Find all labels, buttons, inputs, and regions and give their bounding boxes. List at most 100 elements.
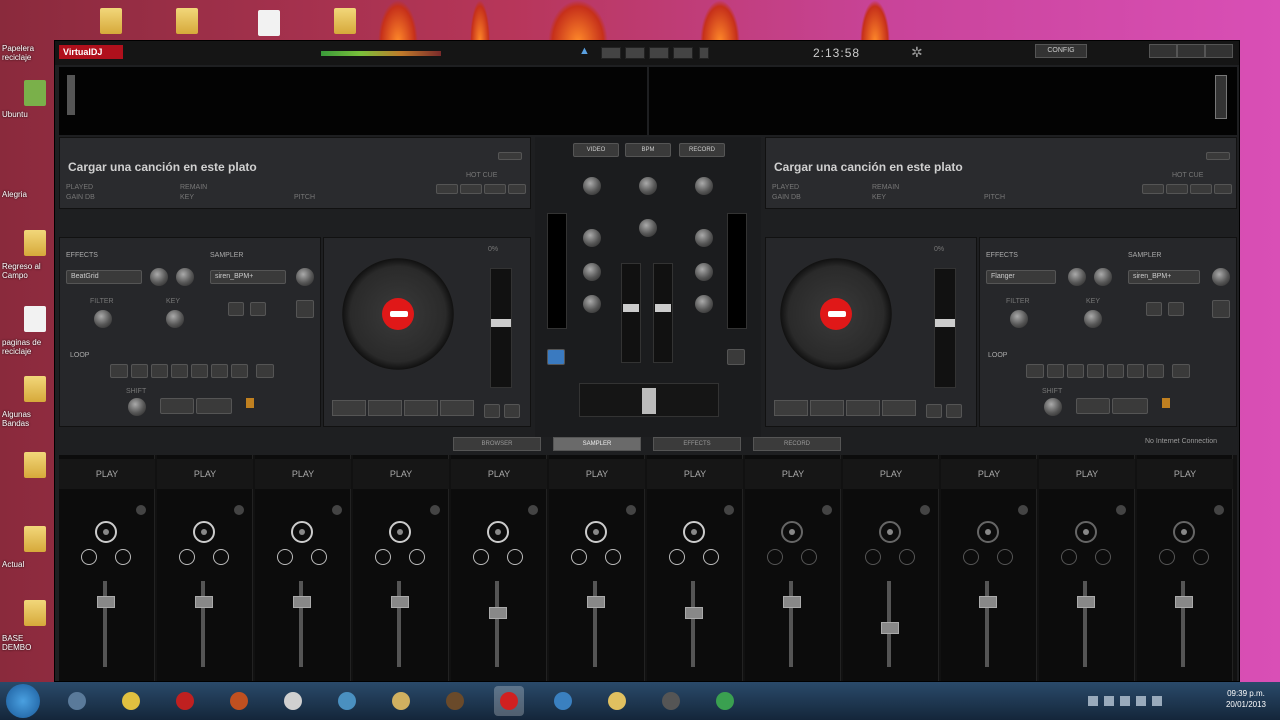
high-knob-left[interactable] bbox=[583, 229, 601, 247]
desktop-folder-icon[interactable] bbox=[334, 8, 356, 34]
sample-volume-cap[interactable] bbox=[293, 595, 311, 608]
pitch-slider-cap[interactable] bbox=[491, 319, 511, 327]
sample-volume-slider[interactable] bbox=[1181, 581, 1185, 667]
desktop-folder-icon[interactable] bbox=[24, 526, 46, 552]
loop-out-button[interactable] bbox=[196, 398, 232, 414]
loop-button[interactable] bbox=[1147, 364, 1164, 378]
network-icon[interactable] bbox=[1136, 696, 1146, 706]
effect-param1-knob[interactable] bbox=[1068, 268, 1086, 286]
sample-trigger-icon[interactable] bbox=[193, 521, 215, 543]
layout-button[interactable] bbox=[625, 47, 645, 59]
sample-prev-icon[interactable] bbox=[81, 549, 97, 565]
taskbar-media-icon[interactable] bbox=[224, 686, 254, 716]
sample-volume-slider[interactable] bbox=[691, 581, 695, 667]
sample-volume-slider[interactable] bbox=[495, 581, 499, 667]
video-button[interactable]: VIDEO bbox=[573, 143, 619, 157]
master-knob[interactable] bbox=[639, 177, 657, 195]
low-knob-right[interactable] bbox=[695, 295, 713, 313]
sample-play-button[interactable]: PLAY bbox=[745, 459, 841, 489]
sample-volume-cap[interactable] bbox=[1077, 595, 1095, 608]
desktop-file-icon[interactable] bbox=[24, 306, 46, 332]
sample-next-icon[interactable] bbox=[801, 549, 817, 565]
zoom-slider[interactable] bbox=[67, 75, 75, 115]
loop-button[interactable] bbox=[151, 364, 168, 378]
sample-play-button[interactable]: PLAY bbox=[1137, 459, 1233, 489]
pitch-down-button[interactable] bbox=[926, 404, 942, 418]
sampler-select[interactable]: siren_BPM+ bbox=[1128, 270, 1200, 284]
gain-knob-right[interactable] bbox=[695, 177, 713, 195]
sample-prev-icon[interactable] bbox=[473, 549, 489, 565]
lock-icon[interactable] bbox=[246, 398, 254, 408]
loop-out-button[interactable] bbox=[1112, 398, 1148, 414]
sample-option-dot[interactable] bbox=[528, 505, 538, 515]
layout-button[interactable] bbox=[673, 47, 693, 59]
cue-button[interactable] bbox=[774, 400, 808, 416]
sample-prev-icon[interactable] bbox=[277, 549, 293, 565]
sample-volume-slider[interactable] bbox=[985, 581, 989, 667]
sample-volume-slider[interactable] bbox=[397, 581, 401, 667]
bpm-button[interactable]: BPM bbox=[625, 143, 671, 157]
sample-trigger-icon[interactable] bbox=[389, 521, 411, 543]
key-knob[interactable] bbox=[1084, 310, 1102, 328]
sample-play-button[interactable]: PLAY bbox=[255, 459, 351, 489]
hot-cue-2-button[interactable] bbox=[460, 184, 482, 194]
sampler-volume-knob[interactable] bbox=[296, 268, 314, 286]
sample-trigger-icon[interactable] bbox=[879, 521, 901, 543]
shift-knob[interactable] bbox=[1044, 398, 1062, 416]
hot-cue-1-button[interactable] bbox=[1142, 184, 1164, 194]
gain-knob-left[interactable] bbox=[583, 177, 601, 195]
taskbar-windows-explorer-icon[interactable] bbox=[62, 686, 92, 716]
play-button[interactable] bbox=[404, 400, 438, 416]
fader-cap[interactable] bbox=[623, 304, 639, 312]
sample-next-icon[interactable] bbox=[605, 549, 621, 565]
deck-menu-button[interactable] bbox=[1206, 152, 1230, 160]
effect-select[interactable]: BeatGrid bbox=[66, 270, 142, 284]
sample-play-button[interactable]: PLAY bbox=[157, 459, 253, 489]
loop-button[interactable] bbox=[1107, 364, 1124, 378]
sample-option-dot[interactable] bbox=[430, 505, 440, 515]
sample-option-dot[interactable] bbox=[332, 505, 342, 515]
sample-trigger-icon[interactable] bbox=[1173, 521, 1195, 543]
jog-wheel-right[interactable] bbox=[780, 258, 892, 370]
config-button[interactable]: CONFIG bbox=[1035, 44, 1087, 58]
taskbar-camera-icon[interactable] bbox=[656, 686, 686, 716]
sample-volume-slider[interactable] bbox=[593, 581, 597, 667]
pitch-slider-right[interactable] bbox=[934, 268, 956, 388]
hot-cue-3-button[interactable] bbox=[484, 184, 506, 194]
sampler-next-button[interactable] bbox=[250, 302, 266, 316]
close-button[interactable] bbox=[1205, 44, 1233, 58]
desktop-folder-icon[interactable] bbox=[24, 230, 46, 256]
hot-cue-1-button[interactable] bbox=[436, 184, 458, 194]
sample-option-dot[interactable] bbox=[822, 505, 832, 515]
zoom-slider[interactable] bbox=[1215, 75, 1227, 119]
effect-param2-knob[interactable] bbox=[176, 268, 194, 286]
taskbar-skype-icon[interactable] bbox=[710, 686, 740, 716]
taskbar-paint-icon[interactable] bbox=[602, 686, 632, 716]
taskbar-folder-icon[interactable] bbox=[386, 686, 416, 716]
sample-play-button[interactable]: PLAY bbox=[941, 459, 1037, 489]
sample-volume-slider[interactable] bbox=[789, 581, 793, 667]
hot-cue-2-button[interactable] bbox=[1166, 184, 1188, 194]
waveform-right[interactable] bbox=[649, 67, 1237, 135]
sample-trigger-icon[interactable] bbox=[95, 521, 117, 543]
layout-button[interactable] bbox=[649, 47, 669, 59]
sampler-rec-button[interactable] bbox=[296, 300, 314, 318]
pitch-up-button[interactable] bbox=[946, 404, 962, 418]
sampler-prev-button[interactable] bbox=[228, 302, 244, 316]
sample-option-dot[interactable] bbox=[1214, 505, 1224, 515]
sample-trigger-icon[interactable] bbox=[487, 521, 509, 543]
sample-play-button[interactable]: PLAY bbox=[647, 459, 743, 489]
effect-param1-knob[interactable] bbox=[150, 268, 168, 286]
sample-next-icon[interactable] bbox=[507, 549, 523, 565]
skin-a-icon[interactable]: ▲ bbox=[579, 45, 590, 57]
sample-option-dot[interactable] bbox=[724, 505, 734, 515]
loop-next-button[interactable] bbox=[1172, 364, 1190, 378]
sample-prev-icon[interactable] bbox=[963, 549, 979, 565]
sample-play-button[interactable]: PLAY bbox=[451, 459, 547, 489]
sample-volume-slider[interactable] bbox=[201, 581, 205, 667]
sample-play-button[interactable]: PLAY bbox=[549, 459, 645, 489]
deck-right-info[interactable]: Cargar una canción en este plato PLAYED … bbox=[765, 137, 1237, 209]
sample-volume-cap[interactable] bbox=[489, 606, 507, 619]
hot-cue-3-button[interactable] bbox=[1190, 184, 1212, 194]
taskbar-opera-icon[interactable] bbox=[170, 686, 200, 716]
